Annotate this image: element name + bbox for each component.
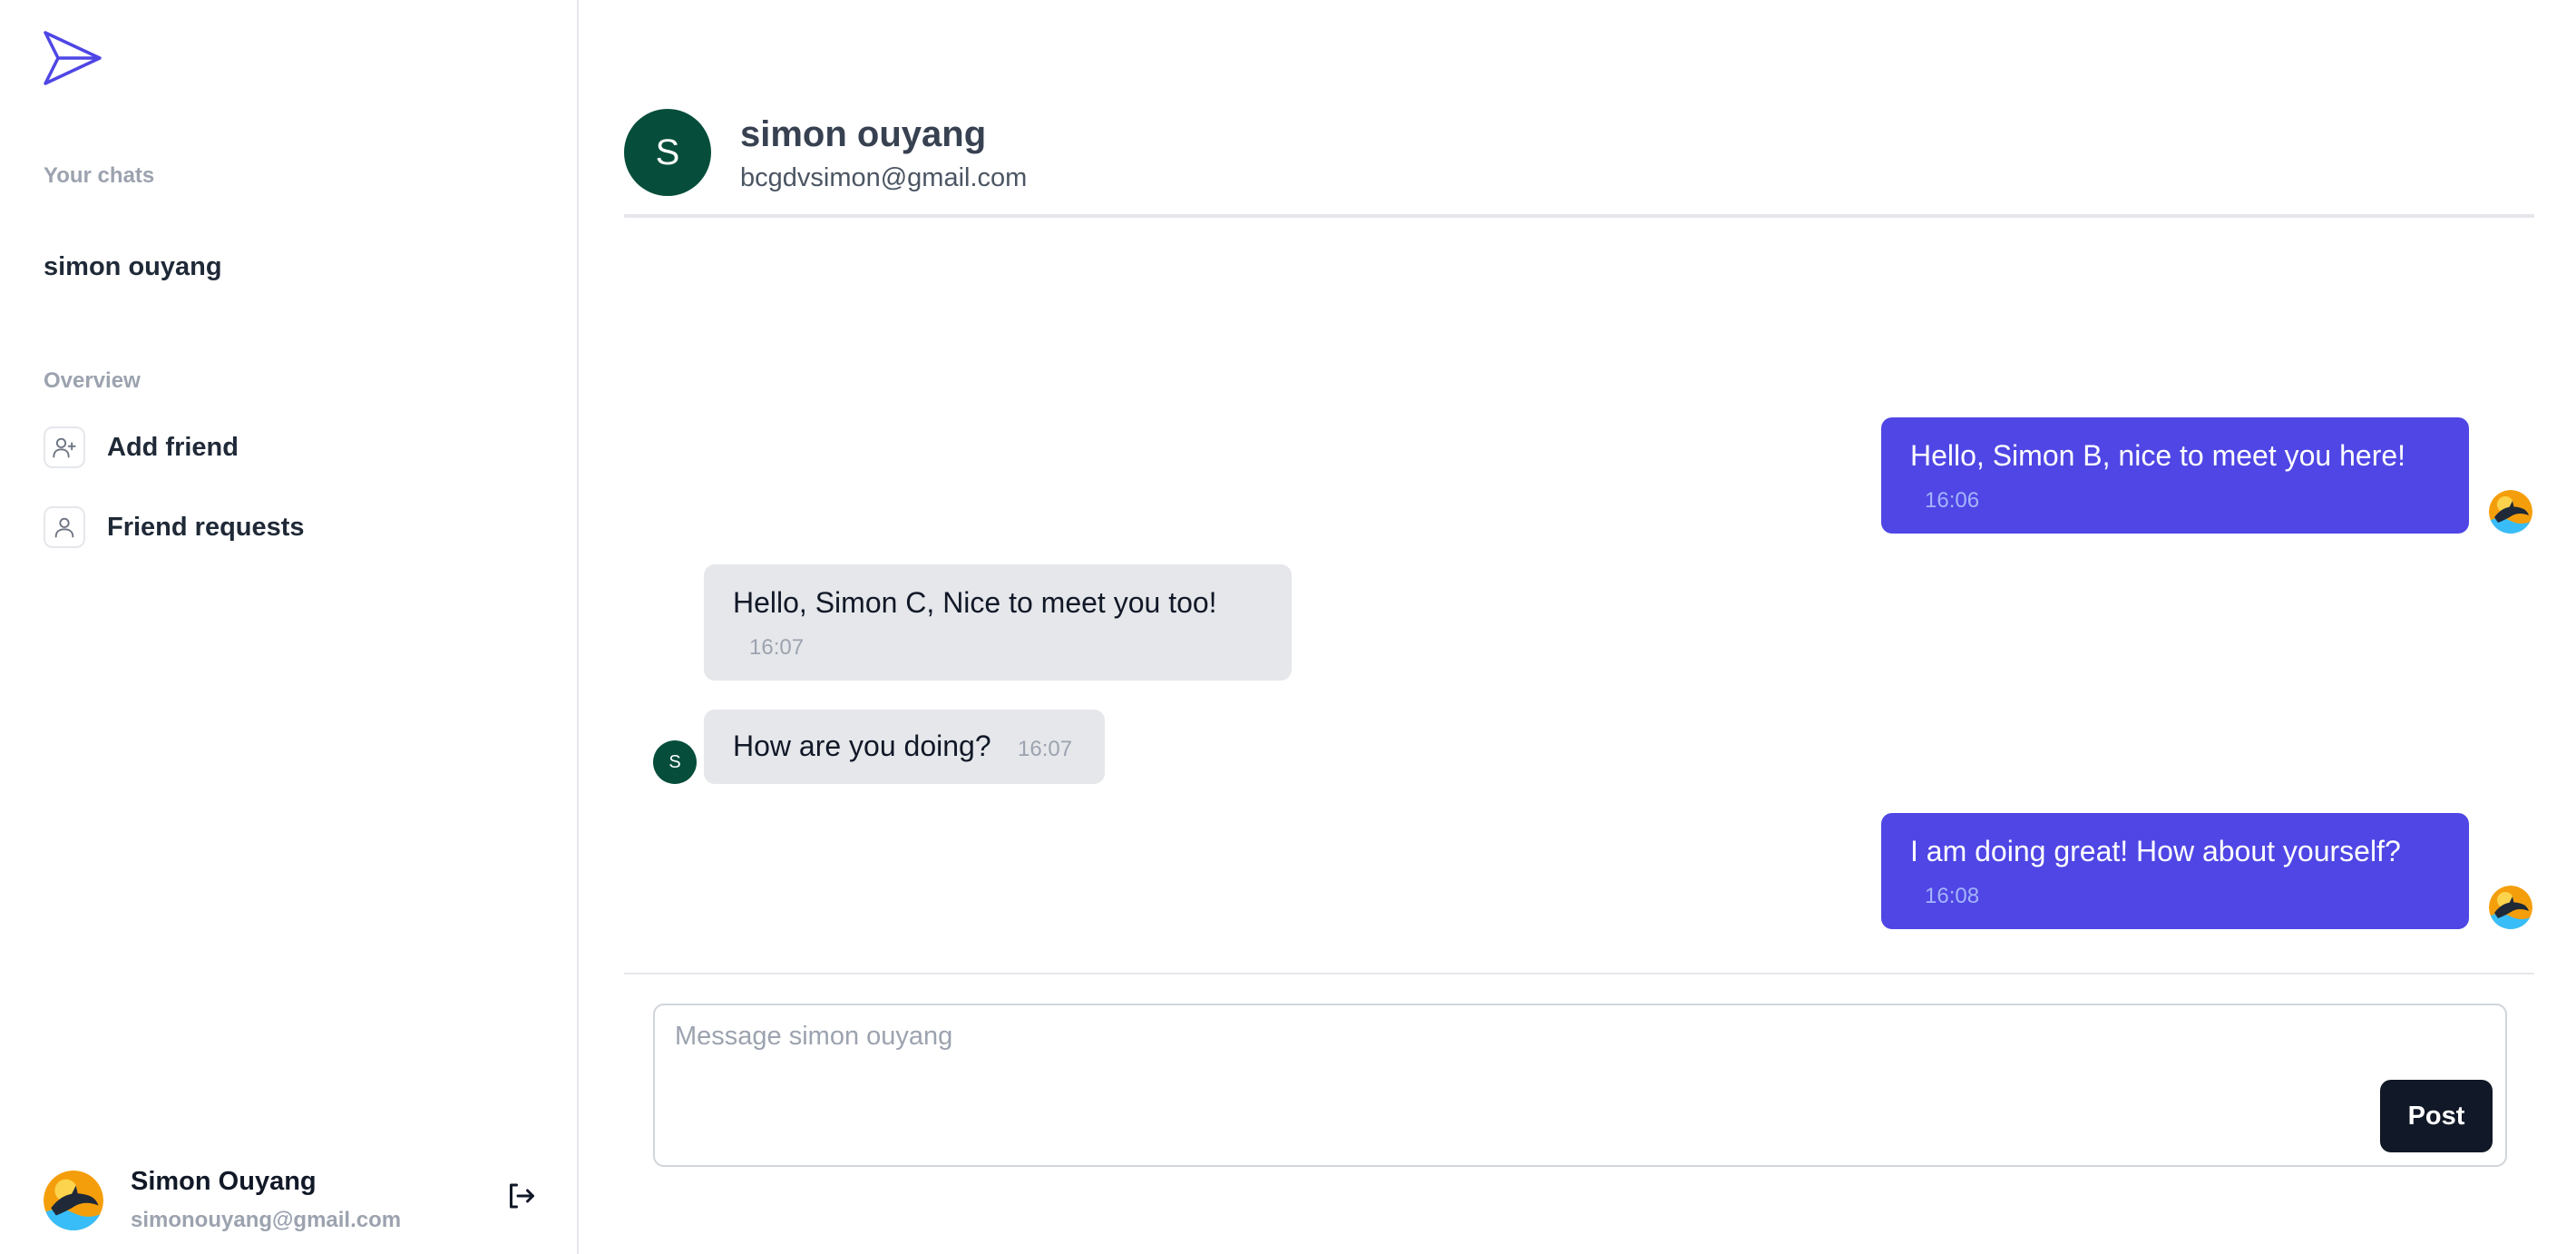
message-time: 16:06 xyxy=(1925,488,1980,513)
user-plus-icon xyxy=(44,426,85,468)
avatar xyxy=(2489,886,2532,929)
message-input[interactable] xyxy=(673,1020,2400,1151)
composer-divider xyxy=(624,973,2534,975)
message-time: 16:07 xyxy=(749,635,805,660)
chat-item-simon-ouyang[interactable]: simon ouyang xyxy=(44,252,222,282)
app-root: Your chats simon ouyang Overview Add fri… xyxy=(0,0,2576,1254)
nav-add-friend[interactable]: Add friend xyxy=(44,426,239,468)
profile-email: simonouyang@gmail.com xyxy=(131,1208,402,1232)
chat-area: S simon ouyang bcgdvsimon@gmail.com Hell… xyxy=(579,0,2576,1254)
partner-email: bcgdvsimon@gmail.com xyxy=(740,163,1028,192)
avatar xyxy=(2489,490,2532,534)
message-composer: Post xyxy=(653,1004,2507,1167)
message-time: 16:08 xyxy=(1925,884,1980,908)
chat-header: S simon ouyang bcgdvsimon@gmail.com xyxy=(624,0,2534,218)
message-bubble-incoming: Hello, Simon C, Nice to meet you too! 16… xyxy=(704,564,1292,681)
logout-icon[interactable] xyxy=(504,1180,537,1212)
your-chats-label: Your chats xyxy=(44,163,155,188)
nav-add-friend-label: Add friend xyxy=(107,432,239,462)
user-icon xyxy=(44,506,85,548)
message-bubble-outgoing: I am doing great! How about yourself? 16… xyxy=(1881,813,2469,929)
message-time: 16:07 xyxy=(1018,737,1073,761)
profile-name: Simon Ouyang xyxy=(131,1167,317,1196)
message-text: I am doing great! How about yourself? xyxy=(1910,835,2401,867)
message-text: Hello, Simon B, nice to meet you here! xyxy=(1910,439,2406,472)
message-bubble-incoming: How are you doing? 16:07 xyxy=(704,710,1105,784)
user-profile: Simon Ouyang simonouyang@gmail.com xyxy=(44,1167,401,1233)
overview-label: Overview xyxy=(44,368,141,393)
send-logo-icon[interactable] xyxy=(42,29,103,87)
sidebar: Your chats simon ouyang Overview Add fri… xyxy=(0,0,579,1254)
nav-friend-requests-label: Friend requests xyxy=(107,512,305,542)
message-text: How are you doing? xyxy=(733,730,991,762)
message-bubble-outgoing: Hello, Simon B, nice to meet you here! 1… xyxy=(1881,417,2469,534)
nav-friend-requests[interactable]: Friend requests xyxy=(44,506,305,548)
partner-avatar: S xyxy=(624,109,711,196)
partner-name: simon ouyang xyxy=(740,114,987,154)
post-button[interactable]: Post xyxy=(2380,1080,2493,1152)
partner-mini-avatar: S xyxy=(653,740,697,784)
avatar xyxy=(44,1171,103,1230)
message-text: Hello, Simon C, Nice to meet you too! xyxy=(733,586,1217,619)
